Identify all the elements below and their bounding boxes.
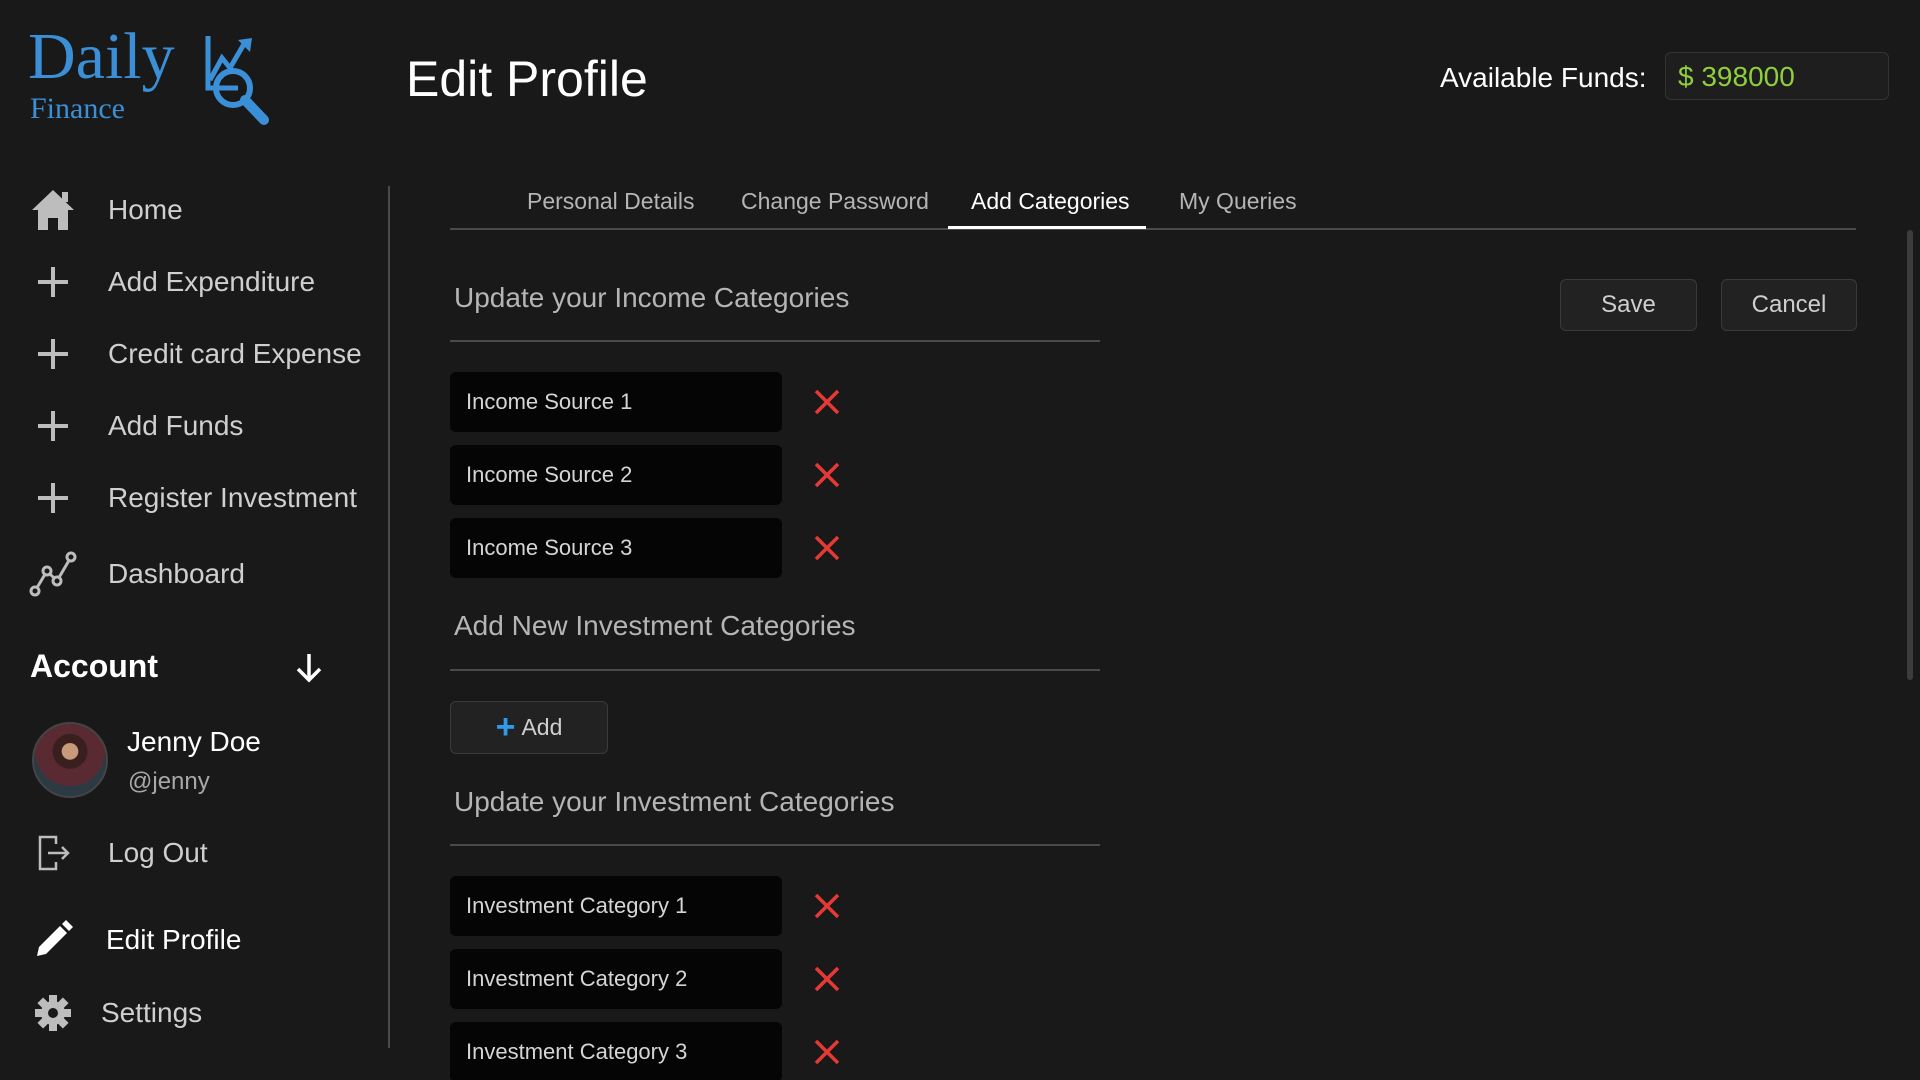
plus-icon [28, 401, 78, 451]
sidebar-item-add-funds[interactable]: Add Funds [28, 398, 243, 454]
sidebar-item-label: Log Out [108, 837, 208, 868]
sidebar-item-label: Credit card Expense [108, 338, 362, 369]
income-category-field[interactable] [450, 518, 782, 578]
plus-icon [28, 473, 78, 523]
close-icon[interactable] [812, 460, 842, 490]
sidebar-item-label: Edit Profile [106, 924, 242, 955]
sidebar-item-label: Home [108, 194, 183, 225]
close-icon[interactable] [812, 964, 842, 994]
new-investment-section-title: Add New Investment Categories [454, 610, 856, 641]
page-title: Edit Profile [406, 51, 648, 107]
tab-change-password[interactable]: Change Password [741, 186, 929, 230]
save-button[interactable]: Save [1560, 279, 1697, 331]
profile-tabs: Personal Details Change Password Add Cat… [450, 186, 1856, 230]
add-button-label: Add [521, 714, 563, 740]
income-category-field[interactable] [450, 445, 782, 505]
cancel-button[interactable]: Cancel [1721, 279, 1857, 331]
close-icon[interactable] [812, 1037, 842, 1067]
finance-magnifier-icon [205, 36, 269, 125]
tab-my-queries[interactable]: My Queries [1179, 186, 1297, 230]
available-funds-value: $ 398000 [1665, 52, 1889, 100]
plus-icon [28, 257, 78, 307]
income-section-title: Update your Income Categories [454, 282, 850, 313]
section-divider [450, 844, 1100, 846]
sidebar-divider [388, 186, 390, 1048]
avatar[interactable] [32, 722, 108, 798]
home-icon [28, 185, 78, 235]
sidebar-item-label: Settings [101, 997, 203, 1028]
scrollbar-thumb[interactable] [1907, 230, 1913, 680]
sidebar-item-logout[interactable]: Log Out [28, 825, 208, 881]
add-category-button[interactable]: + Add [450, 701, 608, 754]
investment-category-field[interactable] [450, 876, 782, 936]
sidebar-item-label: Dashboard [108, 558, 245, 589]
user-name: Jenny Doe [127, 726, 261, 757]
close-icon[interactable] [812, 387, 842, 417]
logo-text-daily: Daily [28, 20, 175, 93]
sidebar-item-home[interactable]: Home [28, 182, 183, 238]
account-section-title: Account [30, 648, 158, 684]
sidebar-item-label: Add Expenditure [108, 266, 316, 297]
available-funds-label: Available Funds: [1440, 62, 1647, 93]
plus-icon: + [495, 708, 516, 746]
tab-personal-details[interactable]: Personal Details [527, 186, 694, 230]
section-divider [450, 340, 1100, 342]
sidebar-item-register-investment[interactable]: Register Investment [28, 470, 357, 526]
investment-category-field[interactable] [450, 949, 782, 1009]
sidebar-item-label: Register Investment [108, 482, 357, 513]
user-handle: @jenny [128, 768, 210, 795]
logout-icon [28, 828, 78, 878]
sidebar-item-add-expenditure[interactable]: Add Expenditure [28, 254, 315, 310]
sidebar-item-edit-profile[interactable]: Edit Profile [28, 912, 241, 968]
arrow-down-icon[interactable] [294, 652, 324, 684]
pencil-icon [28, 915, 78, 965]
active-tab-indicator [948, 226, 1146, 229]
sidebar-item-settings[interactable]: Settings [28, 985, 202, 1041]
close-icon[interactable] [812, 533, 842, 563]
gear-icon [28, 988, 78, 1038]
close-icon[interactable] [812, 891, 842, 921]
sidebar-item-credit-card-expense[interactable]: Credit card Expense [28, 326, 362, 382]
chart-line-icon [28, 549, 78, 599]
app-logo: Daily Finance [28, 24, 278, 128]
sidebar-item-label: Add Funds [108, 410, 244, 441]
investment-category-field[interactable] [450, 1022, 782, 1080]
investment-section-title: Update your Investment Categories [454, 786, 895, 817]
income-category-field[interactable] [450, 372, 782, 432]
section-divider [450, 669, 1100, 671]
plus-icon [28, 329, 78, 379]
sidebar-item-dashboard[interactable]: Dashboard [28, 546, 245, 602]
tab-add-categories[interactable]: Add Categories [971, 186, 1130, 230]
logo-text-finance: Finance [30, 92, 125, 125]
